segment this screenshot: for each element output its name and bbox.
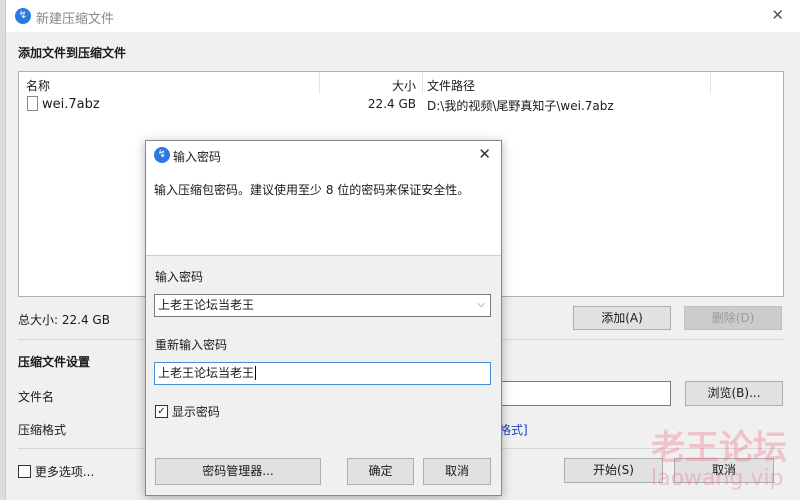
close-icon[interactable]: ✕ [771, 6, 784, 24]
filename-input[interactable] [486, 381, 671, 406]
dialog-cancel-button[interactable]: 取消 [423, 458, 491, 485]
window-title: 新建压缩文件 [36, 12, 115, 27]
start-button[interactable]: 开始(S) [564, 458, 663, 483]
section-heading-add: 添加文件到压缩文件 [18, 46, 127, 60]
watermark-text: 老王论坛 [651, 428, 787, 468]
column-header-name[interactable]: 名称 [26, 77, 50, 94]
format-link[interactable]: 格式] [499, 421, 528, 438]
more-options-label: 更多选项... [34, 465, 95, 479]
filename-label: 文件名 [18, 390, 55, 404]
settings-heading: 压缩文件设置 [18, 355, 91, 369]
dialog-description: 输入压缩包密码。建议使用至少 8 位的密码来保证安全性。 [154, 183, 470, 197]
password-dialog: ↯ 输入密码 ✕ 输入压缩包密码。建议使用至少 8 位的密码来保证安全性。 输入… [145, 140, 502, 496]
column-header-path[interactable]: 文件路径 [427, 77, 475, 94]
app-logo-icon: ↯ [15, 8, 31, 24]
file-icon [27, 96, 38, 111]
password-combobox[interactable]: 上老王论坛当老王 ⌵ [154, 294, 491, 317]
password-value: 上老王论坛当老王 [158, 298, 255, 312]
total-size: 总大小: 22.4 GB [18, 313, 110, 327]
checkbox-icon [18, 465, 31, 478]
dialog-title: 输入密码 [173, 150, 222, 164]
column-header-size[interactable]: 大小 [319, 77, 416, 94]
delete-button[interactable]: 删除(D) [684, 306, 782, 330]
show-password-checkbox[interactable]: ✓ 显示密码 [155, 403, 220, 420]
show-password-label: 显示密码 [171, 405, 220, 419]
dialog-logo-icon: ↯ [154, 147, 170, 163]
browse-button[interactable]: 浏览(B)... [685, 381, 783, 406]
password-label: 输入密码 [155, 270, 204, 284]
reenter-label: 重新输入密码 [155, 338, 228, 352]
more-options-checkbox[interactable]: 更多选项... [18, 463, 94, 480]
file-size: 22.4 GB [367, 97, 416, 111]
table-row[interactable]: wei.7abz 22.4 GB D:\我的视频\尾野真知子\wei.7abz [19, 94, 783, 114]
file-name: wei.7abz [42, 97, 100, 112]
reenter-value: 上老王论坛当老王 [158, 366, 255, 380]
watermark-url: laowang.vip [651, 466, 784, 491]
password-manager-button[interactable]: 密码管理器... [155, 458, 321, 485]
format-label: 压缩格式 [18, 423, 67, 437]
reenter-password-input[interactable]: 上老王论坛当老王 [154, 362, 491, 385]
add-button[interactable]: 添加(A) [573, 306, 671, 330]
file-path: D:\我的视频\尾野真知子\wei.7abz [427, 99, 614, 113]
title-bar: ↯ 新建压缩文件 ✕ [6, 0, 800, 32]
chevron-down-icon[interactable]: ⌵ [477, 295, 485, 315]
checkmark-icon: ✓ [155, 405, 168, 418]
dialog-close-icon[interactable]: ✕ [478, 145, 491, 163]
ok-button[interactable]: 确定 [347, 458, 414, 485]
